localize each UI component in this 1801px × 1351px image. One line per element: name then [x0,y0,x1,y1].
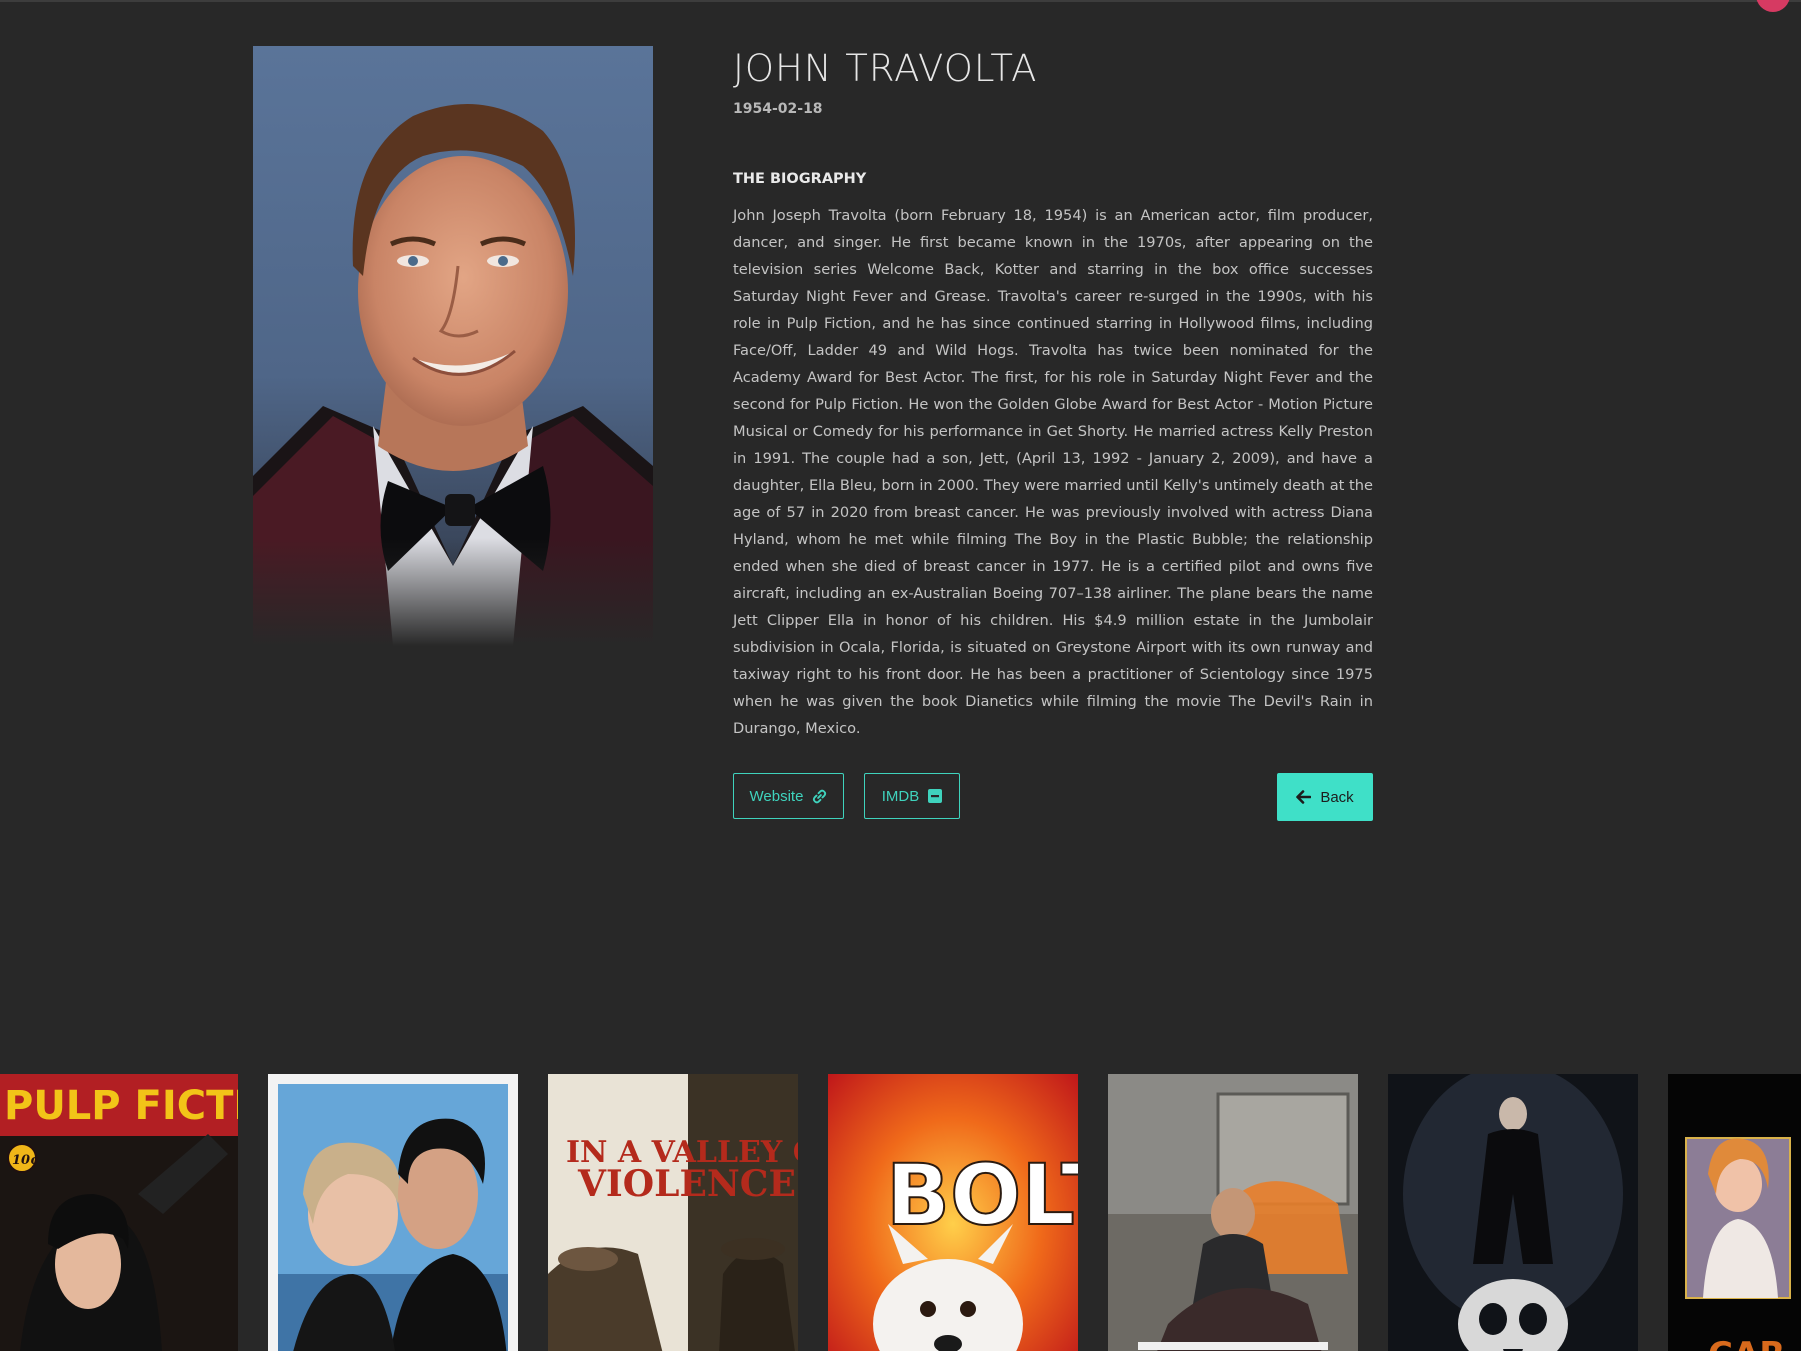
imdb-icon [928,789,943,803]
poster-pulp-fiction-title: PULP FICTION [4,1083,238,1129]
back-label: Back [1320,788,1354,806]
poster-the-punisher[interactable] [1388,1074,1638,1351]
poster-bolt-title: BOLT [886,1146,1078,1244]
poster-pulp-fiction-price: 10¢ [12,1153,39,1168]
person-portrait [253,46,653,646]
filmography-carousel[interactable]: PULP FICTION 10¢ IN A VALLEY OF VIOL [0,1074,1801,1351]
poster-carrie[interactable]: CAR [1668,1074,1801,1351]
poster-pulp-fiction[interactable]: PULP FICTION 10¢ [0,1074,238,1351]
website-label: Website [749,787,804,805]
imdb-button[interactable]: IMDB [864,773,960,819]
website-button[interactable]: Website [733,773,844,819]
person-name: JOHN TRAVOLTA [733,47,1038,90]
arrow-left-icon [1296,790,1312,804]
svg-text:CAR: CAR [1708,1335,1785,1351]
avatar[interactable] [1756,0,1790,12]
top-border [0,0,1801,2]
poster-die-hart[interactable] [1108,1074,1358,1351]
biography-heading: THE BIOGRAPHY [733,171,867,187]
poster-valley-title-2: VIOLENCE [577,1163,796,1205]
action-bar: Website IMDB Back [733,773,1373,821]
imdb-label: IMDB [881,787,920,805]
biography-text: John Joseph Travolta (born February 18, … [733,207,1373,737]
link-icon [813,789,827,803]
poster-grease[interactable] [268,1074,518,1351]
person-info: JOHN TRAVOLTA 1954-02-18 THE BIOGRAPHY J… [733,46,1373,742]
back-button[interactable]: Back [1277,773,1373,821]
poster-bolt[interactable]: BOLT [828,1074,1078,1351]
poster-in-a-valley-of-violence[interactable]: IN A VALLEY OF VIOLENCE [548,1074,798,1351]
person-birthday: 1954-02-18 [733,101,823,117]
